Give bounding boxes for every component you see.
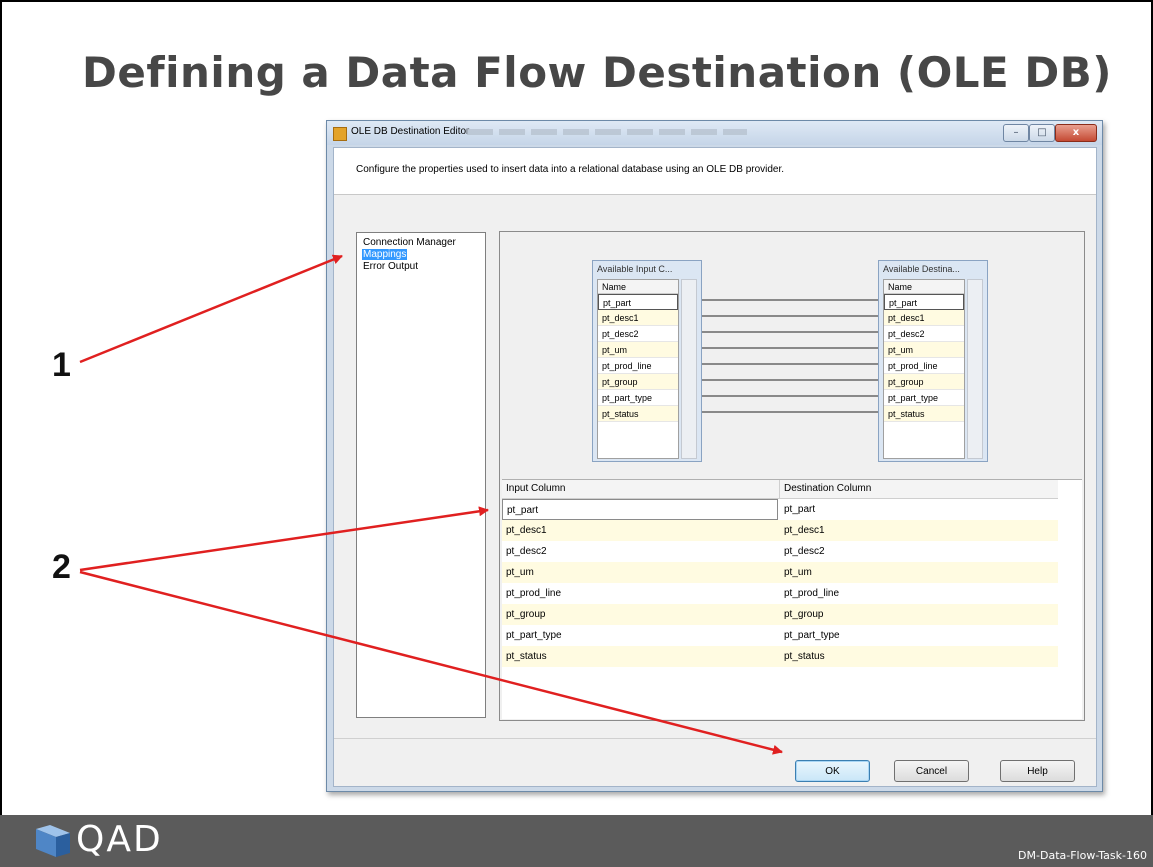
- qad-logo-text: QAD: [76, 819, 163, 860]
- input-column-item[interactable]: pt_desc1: [598, 310, 678, 326]
- grid-row[interactable]: pt_desc1 pt_desc1: [502, 520, 1058, 541]
- callout-2: 2: [52, 548, 71, 586]
- grid-input-cell[interactable]: pt_part: [502, 499, 778, 520]
- slide-code: DM-Data-Flow-Task-160: [1018, 849, 1147, 862]
- grid-row[interactable]: pt_status pt_status: [502, 646, 1058, 667]
- dialog-client-area: Configure the properties used to insert …: [333, 147, 1097, 787]
- button-bar-divider: [334, 738, 1096, 739]
- title-bar[interactable]: OLE DB Destination Editor – □ x: [327, 121, 1102, 145]
- help-button[interactable]: Help: [1000, 760, 1075, 782]
- grid-input-cell[interactable]: pt_desc2: [502, 541, 780, 562]
- slide-title: Defining a Data Flow Destination (OLE DB…: [82, 48, 1112, 97]
- grid-destination-cell[interactable]: pt_status: [780, 646, 1058, 667]
- cancel-button[interactable]: Cancel: [894, 760, 969, 782]
- input-column-item[interactable]: pt_part: [598, 294, 678, 310]
- input-table-scrollbar[interactable]: [681, 279, 697, 459]
- grid-input-cell[interactable]: pt_group: [502, 604, 780, 625]
- input-column-item[interactable]: pt_status: [598, 406, 678, 422]
- grid-destination-cell[interactable]: pt_part: [780, 499, 1058, 520]
- column-mapping-grid: Input Column Destination Column pt_part …: [502, 479, 1082, 719]
- close-button[interactable]: x: [1055, 124, 1097, 142]
- destination-column-header[interactable]: Destination Column: [780, 480, 1058, 498]
- grid-destination-cell[interactable]: pt_desc1: [780, 520, 1058, 541]
- destination-table-list: Name pt_part pt_desc1 pt_desc2 pt_um pt_…: [883, 279, 965, 459]
- destination-column-item[interactable]: pt_desc2: [884, 326, 964, 342]
- grid-destination-cell[interactable]: pt_prod_line: [780, 583, 1058, 604]
- grid-input-cell[interactable]: pt_um: [502, 562, 780, 583]
- grid-input-cell[interactable]: pt_desc1: [502, 520, 780, 541]
- ok-button[interactable]: OK: [795, 760, 870, 782]
- slide-footer: QAD DM-Data-Flow-Task-160: [0, 815, 1153, 867]
- grid-input-cell[interactable]: pt_prod_line: [502, 583, 780, 604]
- grid-row[interactable]: pt_part pt_part: [502, 499, 1058, 520]
- input-column-header[interactable]: Input Column: [502, 480, 780, 498]
- grid-row[interactable]: pt_desc2 pt_desc2: [502, 541, 1058, 562]
- input-column-item[interactable]: pt_group: [598, 374, 678, 390]
- destination-column-item[interactable]: pt_group: [884, 374, 964, 390]
- destination-column-item[interactable]: pt_part: [884, 294, 964, 310]
- grid-input-cell[interactable]: pt_status: [502, 646, 780, 667]
- available-input-columns-table[interactable]: Available Input C... Name pt_part pt_des…: [592, 260, 702, 462]
- destination-table-header: Name: [884, 280, 964, 294]
- dialog-description: Configure the properties used to insert …: [356, 164, 785, 175]
- callout-1: 1: [52, 346, 71, 384]
- destination-column-item[interactable]: pt_um: [884, 342, 964, 358]
- destination-column-item[interactable]: pt_desc1: [884, 310, 964, 326]
- input-table-list: Name pt_part pt_desc1 pt_desc2 pt_um pt_…: [597, 279, 679, 459]
- grid-destination-cell[interactable]: pt_group: [780, 604, 1058, 625]
- maximize-button[interactable]: □: [1029, 124, 1055, 142]
- destination-table-scrollbar[interactable]: [967, 279, 983, 459]
- title-bar-background-text: [467, 129, 747, 135]
- input-column-item[interactable]: pt_desc2: [598, 326, 678, 342]
- destination-table-title: Available Destina...: [883, 264, 960, 274]
- mapping-diagram: Available Input C... Name pt_part pt_des…: [502, 234, 1082, 476]
- grid-destination-cell[interactable]: pt_desc2: [780, 541, 1058, 562]
- ole-db-destination-editor-window: OLE DB Destination Editor – □ x Configur…: [326, 120, 1103, 792]
- input-table-title: Available Input C...: [597, 264, 673, 274]
- input-column-item[interactable]: pt_um: [598, 342, 678, 358]
- destination-column-item[interactable]: pt_part_type: [884, 390, 964, 406]
- grid-row[interactable]: pt_part_type pt_part_type: [502, 625, 1058, 646]
- grid-destination-cell[interactable]: pt_part_type: [780, 625, 1058, 646]
- grid-row[interactable]: pt_prod_line pt_prod_line: [502, 583, 1058, 604]
- destination-column-item[interactable]: pt_prod_line: [884, 358, 964, 374]
- destination-column-item[interactable]: pt_status: [884, 406, 964, 422]
- grid-destination-cell[interactable]: pt_um: [780, 562, 1058, 583]
- grid-row[interactable]: pt_group pt_group: [502, 604, 1058, 625]
- app-icon: [333, 127, 347, 141]
- grid-row[interactable]: pt_um pt_um: [502, 562, 1058, 583]
- mappings-content-panel: Available Input C... Name pt_part pt_des…: [499, 231, 1085, 721]
- nav-item-connection-manager[interactable]: Connection Manager: [362, 237, 457, 248]
- nav-item-error-output[interactable]: Error Output: [362, 261, 419, 272]
- page-navigation-list: Connection Manager Mappings Error Output: [356, 232, 486, 718]
- grid-header: Input Column Destination Column: [502, 480, 1058, 499]
- grid-input-cell[interactable]: pt_part_type: [502, 625, 780, 646]
- description-band: Configure the properties used to insert …: [334, 148, 1096, 195]
- available-destination-columns-table[interactable]: Available Destina... Name pt_part pt_des…: [878, 260, 988, 462]
- window-title: OLE DB Destination Editor: [351, 126, 470, 137]
- input-column-item[interactable]: pt_prod_line: [598, 358, 678, 374]
- qad-logo-icon: [36, 825, 70, 857]
- input-table-header: Name: [598, 280, 678, 294]
- minimize-button[interactable]: –: [1003, 124, 1029, 142]
- input-column-item[interactable]: pt_part_type: [598, 390, 678, 406]
- mapping-lines: [700, 298, 882, 414]
- nav-item-mappings[interactable]: Mappings: [362, 249, 408, 260]
